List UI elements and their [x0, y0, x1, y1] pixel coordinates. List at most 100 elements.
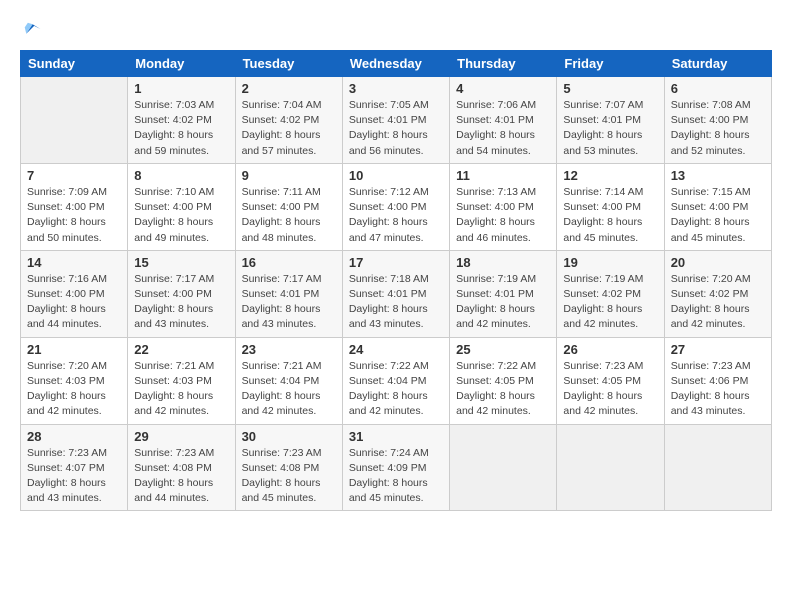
- day-number: 29: [134, 429, 228, 444]
- day-info: Sunrise: 7:23 AM Sunset: 4:05 PM Dayligh…: [563, 359, 657, 420]
- day-number: 17: [349, 255, 443, 270]
- calendar-cell: [664, 424, 771, 511]
- calendar-cell: 23 Sunrise: 7:21 AM Sunset: 4:04 PM Dayli…: [235, 337, 342, 424]
- day-number: 31: [349, 429, 443, 444]
- calendar-week-row: 1Sunrise: 7:03 AM Sunset: 4:02 PM Daylig…: [21, 77, 772, 164]
- calendar-cell: 9 Sunrise: 7:11 AM Sunset: 4:00 PM Daylig…: [235, 163, 342, 250]
- day-info: Sunrise: 7:03 AM Sunset: 4:02 PM Dayligh…: [134, 98, 228, 159]
- day-number: 18: [456, 255, 550, 270]
- calendar-week-row: 7 Sunrise: 7:09 AM Sunset: 4:00 PM Daylig…: [21, 163, 772, 250]
- day-info: Sunrise: 7:18 AM Sunset: 4:01 PM Dayligh…: [349, 272, 443, 333]
- day-info: Sunrise: 7:20 AM Sunset: 4:02 PM Dayligh…: [671, 272, 765, 333]
- day-info: Sunrise: 7:23 AM Sunset: 4:06 PM Dayligh…: [671, 359, 765, 420]
- page-header: [20, 18, 772, 40]
- day-info: Sunrise: 7:19 AM Sunset: 4:02 PM Dayligh…: [563, 272, 657, 333]
- calendar-cell: 7 Sunrise: 7:09 AM Sunset: 4:00 PM Daylig…: [21, 163, 128, 250]
- day-number: 5: [563, 81, 657, 96]
- day-number: 30: [242, 429, 336, 444]
- day-info: Sunrise: 7:12 AM Sunset: 4:00 PM Dayligh…: [349, 185, 443, 246]
- calendar-cell: 4Sunrise: 7:06 AM Sunset: 4:01 PM Daylig…: [450, 77, 557, 164]
- calendar-cell: 30 Sunrise: 7:23 AM Sunset: 4:08 PM Dayli…: [235, 424, 342, 511]
- day-info: Sunrise: 7:10 AM Sunset: 4:00 PM Dayligh…: [134, 185, 228, 246]
- day-number: 27: [671, 342, 765, 357]
- calendar-cell: 22 Sunrise: 7:21 AM Sunset: 4:03 PM Dayli…: [128, 337, 235, 424]
- calendar-week-row: 28 Sunrise: 7:23 AM Sunset: 4:07 PM Dayli…: [21, 424, 772, 511]
- day-info: Sunrise: 7:17 AM Sunset: 4:00 PM Dayligh…: [134, 272, 228, 333]
- calendar-cell: 31 Sunrise: 7:24 AM Sunset: 4:09 PM Dayli…: [342, 424, 449, 511]
- calendar-cell: 19Sunrise: 7:19 AM Sunset: 4:02 PM Dayli…: [557, 250, 664, 337]
- day-info: Sunrise: 7:05 AM Sunset: 4:01 PM Dayligh…: [349, 98, 443, 159]
- calendar-week-row: 14 Sunrise: 7:16 AM Sunset: 4:00 PM Dayli…: [21, 250, 772, 337]
- day-number: 14: [27, 255, 121, 270]
- day-number: 23: [242, 342, 336, 357]
- day-number: 21: [27, 342, 121, 357]
- day-number: 7: [27, 168, 121, 183]
- day-number: 22: [134, 342, 228, 357]
- calendar-header-monday: Monday: [128, 51, 235, 77]
- day-info: Sunrise: 7:11 AM Sunset: 4:00 PM Dayligh…: [242, 185, 336, 246]
- calendar-cell: 27 Sunrise: 7:23 AM Sunset: 4:06 PM Dayli…: [664, 337, 771, 424]
- day-number: 24: [349, 342, 443, 357]
- calendar-week-row: 21 Sunrise: 7:20 AM Sunset: 4:03 PM Dayli…: [21, 337, 772, 424]
- day-number: 3: [349, 81, 443, 96]
- calendar-cell: 11Sunrise: 7:13 AM Sunset: 4:00 PM Dayli…: [450, 163, 557, 250]
- calendar-header-thursday: Thursday: [450, 51, 557, 77]
- calendar-cell: 12 Sunrise: 7:14 AM Sunset: 4:00 PM Dayli…: [557, 163, 664, 250]
- calendar-cell: [557, 424, 664, 511]
- day-info: Sunrise: 7:08 AM Sunset: 4:00 PM Dayligh…: [671, 98, 765, 159]
- day-number: 12: [563, 168, 657, 183]
- day-info: Sunrise: 7:24 AM Sunset: 4:09 PM Dayligh…: [349, 446, 443, 507]
- calendar-header-friday: Friday: [557, 51, 664, 77]
- calendar-cell: 16 Sunrise: 7:17 AM Sunset: 4:01 PM Dayli…: [235, 250, 342, 337]
- day-info: Sunrise: 7:23 AM Sunset: 4:08 PM Dayligh…: [242, 446, 336, 507]
- logo: [20, 18, 44, 40]
- calendar-cell: 15 Sunrise: 7:17 AM Sunset: 4:00 PM Dayli…: [128, 250, 235, 337]
- day-info: Sunrise: 7:15 AM Sunset: 4:00 PM Dayligh…: [671, 185, 765, 246]
- calendar-cell: 5 Sunrise: 7:07 AM Sunset: 4:01 PM Daylig…: [557, 77, 664, 164]
- calendar-header-sunday: Sunday: [21, 51, 128, 77]
- calendar-cell: 14 Sunrise: 7:16 AM Sunset: 4:00 PM Dayli…: [21, 250, 128, 337]
- day-number: 28: [27, 429, 121, 444]
- day-number: 9: [242, 168, 336, 183]
- day-info: Sunrise: 7:04 AM Sunset: 4:02 PM Dayligh…: [242, 98, 336, 159]
- calendar-cell: 13 Sunrise: 7:15 AM Sunset: 4:00 PM Dayli…: [664, 163, 771, 250]
- day-info: Sunrise: 7:19 AM Sunset: 4:01 PM Dayligh…: [456, 272, 550, 333]
- calendar-cell: 20 Sunrise: 7:20 AM Sunset: 4:02 PM Dayli…: [664, 250, 771, 337]
- day-info: Sunrise: 7:23 AM Sunset: 4:08 PM Dayligh…: [134, 446, 228, 507]
- day-info: Sunrise: 7:23 AM Sunset: 4:07 PM Dayligh…: [27, 446, 121, 507]
- logo-bird-icon: [20, 18, 42, 40]
- day-info: Sunrise: 7:17 AM Sunset: 4:01 PM Dayligh…: [242, 272, 336, 333]
- day-info: Sunrise: 7:21 AM Sunset: 4:04 PM Dayligh…: [242, 359, 336, 420]
- day-info: Sunrise: 7:14 AM Sunset: 4:00 PM Dayligh…: [563, 185, 657, 246]
- calendar-header-tuesday: Tuesday: [235, 51, 342, 77]
- day-info: Sunrise: 7:09 AM Sunset: 4:00 PM Dayligh…: [27, 185, 121, 246]
- calendar-cell: [21, 77, 128, 164]
- calendar-cell: 29 Sunrise: 7:23 AM Sunset: 4:08 PM Dayli…: [128, 424, 235, 511]
- day-number: 20: [671, 255, 765, 270]
- calendar-cell: 10Sunrise: 7:12 AM Sunset: 4:00 PM Dayli…: [342, 163, 449, 250]
- calendar-cell: 2Sunrise: 7:04 AM Sunset: 4:02 PM Daylig…: [235, 77, 342, 164]
- day-number: 13: [671, 168, 765, 183]
- day-number: 15: [134, 255, 228, 270]
- calendar-cell: 18 Sunrise: 7:19 AM Sunset: 4:01 PM Dayli…: [450, 250, 557, 337]
- calendar-cell: 8 Sunrise: 7:10 AM Sunset: 4:00 PM Daylig…: [128, 163, 235, 250]
- day-info: Sunrise: 7:20 AM Sunset: 4:03 PM Dayligh…: [27, 359, 121, 420]
- day-info: Sunrise: 7:07 AM Sunset: 4:01 PM Dayligh…: [563, 98, 657, 159]
- calendar-cell: 28 Sunrise: 7:23 AM Sunset: 4:07 PM Dayli…: [21, 424, 128, 511]
- calendar-table: SundayMondayTuesdayWednesdayThursdayFrid…: [20, 50, 772, 511]
- day-info: Sunrise: 7:22 AM Sunset: 4:04 PM Dayligh…: [349, 359, 443, 420]
- day-info: Sunrise: 7:06 AM Sunset: 4:01 PM Dayligh…: [456, 98, 550, 159]
- day-number: 8: [134, 168, 228, 183]
- day-info: Sunrise: 7:13 AM Sunset: 4:00 PM Dayligh…: [456, 185, 550, 246]
- calendar-cell: 25Sunrise: 7:22 AM Sunset: 4:05 PM Dayli…: [450, 337, 557, 424]
- day-number: 25: [456, 342, 550, 357]
- calendar-cell: 17 Sunrise: 7:18 AM Sunset: 4:01 PM Dayli…: [342, 250, 449, 337]
- calendar-cell: 1Sunrise: 7:03 AM Sunset: 4:02 PM Daylig…: [128, 77, 235, 164]
- calendar-header-wednesday: Wednesday: [342, 51, 449, 77]
- day-info: Sunrise: 7:21 AM Sunset: 4:03 PM Dayligh…: [134, 359, 228, 420]
- day-number: 16: [242, 255, 336, 270]
- calendar-header-saturday: Saturday: [664, 51, 771, 77]
- calendar-cell: 26 Sunrise: 7:23 AM Sunset: 4:05 PM Dayli…: [557, 337, 664, 424]
- day-info: Sunrise: 7:16 AM Sunset: 4:00 PM Dayligh…: [27, 272, 121, 333]
- day-number: 26: [563, 342, 657, 357]
